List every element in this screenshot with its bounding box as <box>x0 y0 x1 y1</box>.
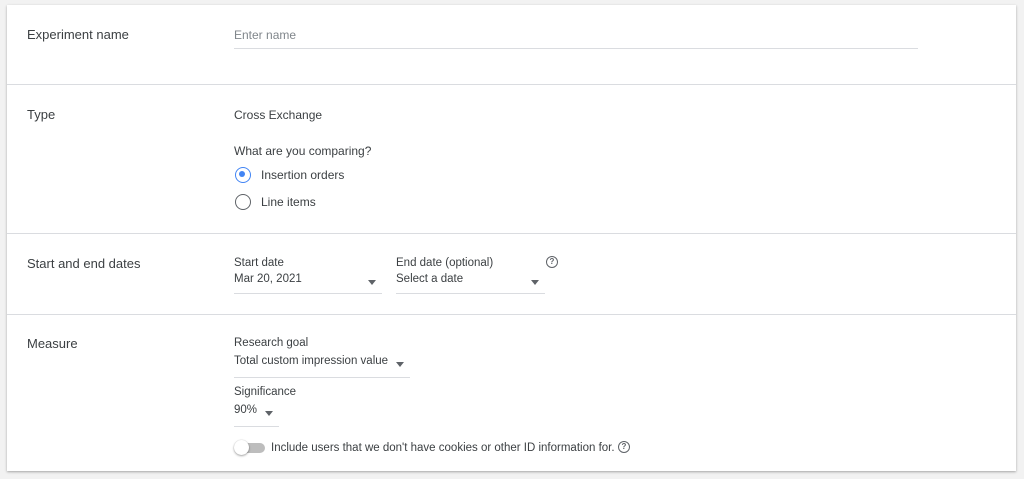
radio-insertion-orders[interactable]: Insertion orders <box>235 166 375 186</box>
start-date-select[interactable]: Mar 20, 2021 <box>234 272 382 294</box>
significance-label: Significance <box>234 386 297 398</box>
type-section: Type Cross Exchange What are you compari… <box>7 85 1016 234</box>
chevron-down-icon <box>531 280 539 285</box>
radio-line-items[interactable]: Line items <box>235 193 375 213</box>
experiment-name-underline <box>234 48 918 49</box>
radio-unchecked-icon <box>235 194 251 210</box>
radio-insertion-orders-label: Insertion orders <box>261 168 345 182</box>
significance-value: 90% <box>234 404 258 416</box>
measure-label: Measure <box>27 336 78 351</box>
significance-underline <box>234 426 279 427</box>
dates-label: Start and end dates <box>27 256 141 271</box>
end-date-label: End date (optional) <box>396 257 494 269</box>
start-date-label: Start date <box>234 257 284 269</box>
measure-section: Measure Research goal Total custom impre… <box>7 315 1016 471</box>
research-goal-underline <box>234 377 410 378</box>
comparing-question: What are you comparing? <box>234 144 372 158</box>
chevron-down-icon <box>265 411 273 416</box>
experiment-name-placeholder: Enter name <box>234 28 297 42</box>
experiment-name-input[interactable]: Enter name <box>234 23 918 49</box>
help-circle-icon[interactable]: ? <box>546 256 558 268</box>
end-date-select[interactable]: Select a date <box>396 272 545 294</box>
research-goal-value: Total custom impression value <box>234 355 389 367</box>
radio-checked-icon <box>235 167 251 183</box>
end-date-value: Select a date <box>396 273 464 285</box>
significance-select[interactable]: 90% <box>234 403 279 427</box>
chevron-down-icon <box>368 280 376 285</box>
type-label: Type <box>27 107 56 122</box>
start-date-underline <box>234 293 382 294</box>
experiment-form-card: Experiment name Enter name Type Cross Ex… <box>7 5 1016 471</box>
research-goal-select[interactable]: Total custom impression value <box>234 354 410 378</box>
radio-line-items-label: Line items <box>261 195 316 209</box>
experiment-name-section: Experiment name Enter name <box>7 5 1016 85</box>
research-goal-label: Research goal <box>234 337 309 349</box>
chevron-down-icon <box>396 362 404 367</box>
start-date-value: Mar 20, 2021 <box>234 273 302 285</box>
end-date-underline <box>396 293 545 294</box>
help-circle-icon[interactable]: ? <box>618 441 630 453</box>
experiment-name-label: Experiment name <box>27 27 129 42</box>
type-value: Cross Exchange <box>234 108 323 122</box>
include-users-label: Include users that we don't have cookies… <box>271 442 615 454</box>
include-users-toggle[interactable] <box>233 438 267 458</box>
dates-section: Start and end dates Start date Mar 20, 2… <box>7 234 1016 315</box>
toggle-knob <box>234 440 249 455</box>
